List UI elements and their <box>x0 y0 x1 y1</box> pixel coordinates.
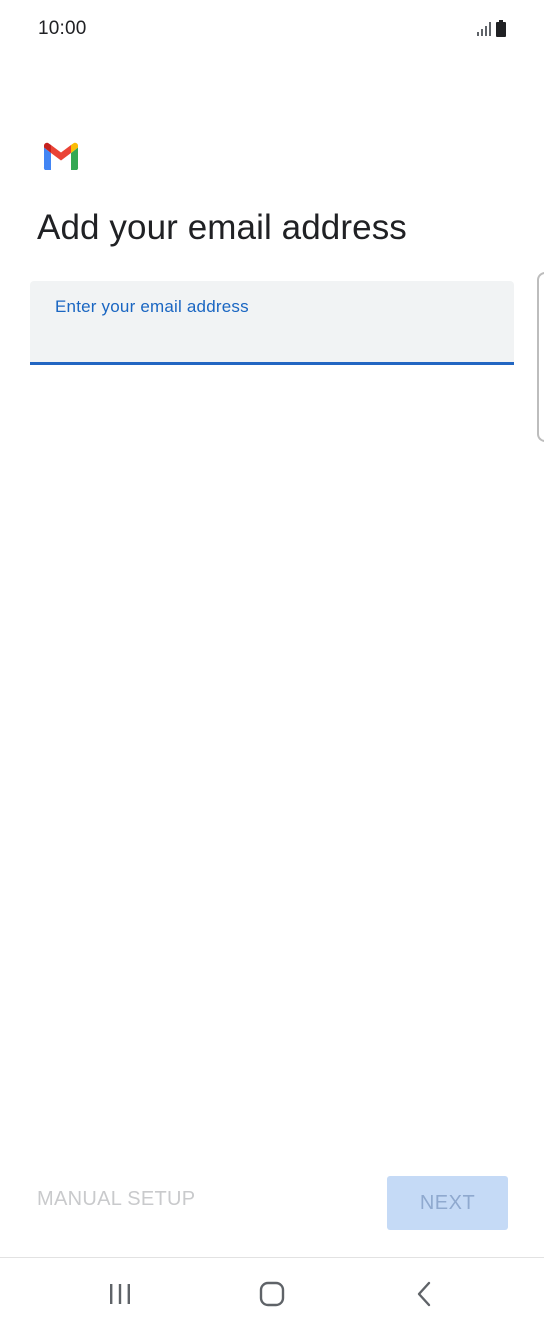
nav-bar <box>0 1258 544 1330</box>
email-input[interactable] <box>54 321 490 353</box>
status-bar: 10:00 <box>0 0 544 60</box>
edge-panel-handle[interactable] <box>537 272 544 442</box>
status-icons <box>476 20 506 42</box>
email-field-label: Enter your email address <box>55 297 249 316</box>
home-icon <box>259 1281 285 1312</box>
page-title: Add your email address <box>37 208 407 247</box>
back-icon <box>415 1281 433 1312</box>
battery-icon <box>496 20 506 42</box>
status-time: 10:00 <box>38 18 87 39</box>
manual-setup-button[interactable]: MANUAL SETUP <box>37 1188 195 1211</box>
home-button[interactable] <box>252 1276 292 1316</box>
email-field[interactable]: Enter your email address <box>30 281 514 365</box>
recents-icon <box>108 1283 132 1310</box>
next-button[interactable]: NEXT <box>387 1176 508 1230</box>
email-field-underline <box>30 362 514 365</box>
signal-icon <box>476 21 492 42</box>
gmail-logo-icon <box>42 142 80 170</box>
recents-button[interactable] <box>100 1276 140 1316</box>
back-button[interactable] <box>404 1276 444 1316</box>
